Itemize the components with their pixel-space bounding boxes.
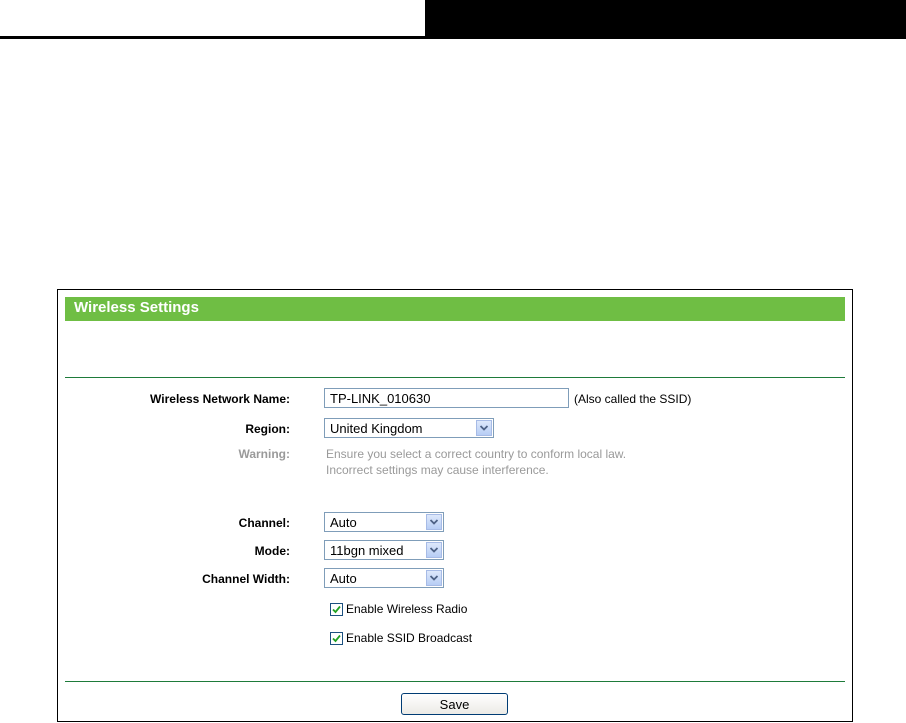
save-button[interactable]: Save [401, 693, 508, 715]
channel-value: Auto [330, 515, 357, 530]
mode-select[interactable]: 11bgn mixed [324, 540, 444, 560]
region-label: Region: [245, 422, 290, 436]
chevron-down-icon[interactable] [426, 542, 442, 558]
ssid-input[interactable]: TP-LINK_010630 [324, 388, 569, 408]
check-icon [332, 634, 341, 643]
channel-width-label: Channel Width: [202, 572, 290, 586]
region-select[interactable]: United Kingdom [324, 418, 494, 438]
chevron-down-icon[interactable] [426, 570, 442, 586]
region-value: United Kingdom [330, 421, 423, 436]
panel-title: Wireless Settings [74, 299, 199, 316]
enable-wireless-radio-checkbox[interactable] [330, 603, 343, 616]
panel-title-bar: Wireless Settings [65, 297, 845, 321]
warning-label: Warning: [238, 447, 290, 461]
ssid-note: (Also called the SSID) [574, 392, 692, 406]
mode-value: 11bgn mixed [330, 543, 404, 558]
top-divider [65, 377, 845, 378]
warning-text-line1: Ensure you select a correct country to c… [326, 447, 627, 461]
channel-width-select[interactable]: Auto [324, 568, 444, 588]
enable-wireless-radio-label[interactable]: Enable Wireless Radio [346, 602, 467, 616]
header-black-block [425, 0, 906, 39]
channel-label: Channel: [238, 516, 290, 530]
page: Wireless Settings Wireless Network Name:… [0, 0, 906, 723]
enable-ssid-broadcast-checkbox[interactable] [330, 632, 343, 645]
mode-label: Mode: [254, 544, 290, 558]
channel-width-value: Auto [330, 571, 357, 586]
check-icon [332, 605, 341, 614]
bottom-divider [65, 681, 845, 682]
wireless-settings-panel: Wireless Settings Wireless Network Name:… [57, 289, 853, 722]
warning-text-line2: Incorrect settings may cause interferenc… [326, 463, 549, 477]
ssid-label: Wireless Network Name: [150, 392, 290, 406]
enable-ssid-broadcast-label[interactable]: Enable SSID Broadcast [346, 631, 472, 645]
chevron-down-icon[interactable] [476, 420, 492, 436]
header-rule [0, 36, 425, 39]
channel-select[interactable]: Auto [324, 512, 444, 532]
chevron-down-icon[interactable] [426, 514, 442, 530]
